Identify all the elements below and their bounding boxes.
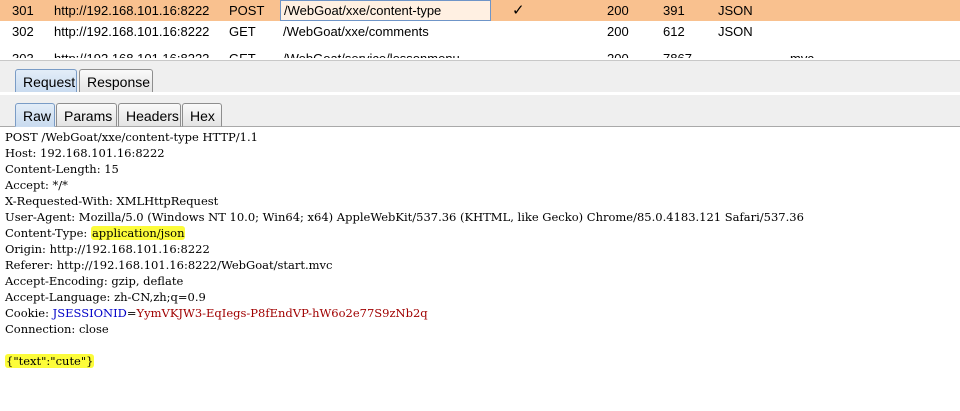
header-accept-language: Accept-Language: zh-CN,zh;q=0.9 bbox=[5, 290, 206, 304]
row-number: 303 bbox=[12, 48, 34, 58]
row-mime: JSON bbox=[718, 3, 753, 18]
header-user-agent: User-Agent: Mozilla/5.0 (Windows NT 10.0… bbox=[5, 210, 804, 224]
row-length: 7867 bbox=[663, 48, 692, 58]
header-origin: Origin: http://192.168.101.16:8222 bbox=[5, 242, 210, 256]
header-host: Host: 192.168.101.16:8222 bbox=[5, 146, 165, 160]
header-accept-encoding: Accept-Encoding: gzip, deflate bbox=[5, 274, 184, 288]
tab-request[interactable]: Request bbox=[15, 69, 77, 93]
message-view-tabs: Raw Params Headers Hex bbox=[0, 95, 960, 127]
row-method: POST bbox=[229, 3, 265, 18]
tab-hex[interactable]: Hex bbox=[182, 103, 222, 127]
row-host: http://192.168.101.16:8222 bbox=[54, 48, 209, 58]
header-cookie: Cookie: JSESSIONID=YymVKJW3-EqIegs-P8fEn… bbox=[5, 305, 428, 321]
row-status: 200 bbox=[607, 48, 629, 58]
row-length: 612 bbox=[663, 24, 685, 39]
row-extension: mvc bbox=[790, 48, 814, 58]
row-url: /WebGoat/service/lessonmenu bbox=[283, 48, 483, 58]
tab-response[interactable]: Response bbox=[79, 69, 153, 93]
table-row[interactable]: 302 http://192.168.101.16:8222 GET /WebG… bbox=[0, 21, 960, 42]
header-x-requested-with: X-Requested-With: XMLHttpRequest bbox=[5, 194, 219, 208]
header-referer: Referer: http://192.168.101.16:8222/WebG… bbox=[5, 258, 333, 272]
table-row[interactable]: 301 http://192.168.101.16:8222 POST /Web… bbox=[0, 0, 960, 21]
row-status: 200 bbox=[607, 3, 629, 18]
content-type-value: application/json bbox=[90, 226, 186, 240]
row-length: 391 bbox=[663, 3, 685, 18]
cookie-name: JSESSIONID bbox=[52, 306, 127, 320]
table-row[interactable]: 303 http://192.168.101.16:8222 GET /WebG… bbox=[0, 42, 960, 58]
cookie-label: Cookie: bbox=[5, 306, 53, 320]
cookie-equals: = bbox=[126, 306, 137, 320]
header-accept: Accept: */* bbox=[5, 178, 68, 192]
tab-headers[interactable]: Headers bbox=[118, 103, 181, 127]
header-connection: Connection: close bbox=[5, 322, 109, 336]
request-body: {"text":"cute"} bbox=[5, 353, 95, 369]
row-method: GET bbox=[229, 48, 256, 58]
row-number: 302 bbox=[12, 24, 34, 39]
header-content-length: Content-Length: 15 bbox=[5, 162, 119, 176]
row-url: /WebGoat/xxe/comments bbox=[283, 24, 429, 39]
params-check-icon: ✓ bbox=[512, 2, 525, 19]
raw-request-editor[interactable]: POST /WebGoat/xxe/content-type HTTP/1.1 … bbox=[0, 127, 960, 411]
row-host: http://192.168.101.16:8222 bbox=[54, 24, 210, 39]
row-method: GET bbox=[229, 24, 256, 39]
content-type-label: Content-Type: bbox=[5, 226, 91, 240]
request-line: POST /WebGoat/xxe/content-type HTTP/1.1 bbox=[5, 130, 258, 144]
row-status: 200 bbox=[607, 24, 629, 39]
row-url: /WebGoat/xxe/content-type bbox=[280, 0, 491, 21]
tab-raw[interactable]: Raw bbox=[15, 103, 55, 127]
row-host: http://192.168.101.16:8222 bbox=[54, 3, 210, 18]
request-response-tabs: Request Response bbox=[0, 61, 960, 93]
request-body-json: {"text":"cute"} bbox=[5, 354, 95, 368]
row-mime: JSON bbox=[718, 24, 753, 39]
proxy-history-table: 301 http://192.168.101.16:8222 POST /Web… bbox=[0, 0, 960, 61]
tab-params[interactable]: Params bbox=[56, 103, 117, 127]
cookie-value: YymVKJW3-EqIegs-P8fEndVP-hW6o2e77S9zNb2q bbox=[136, 306, 428, 320]
row-number: 301 bbox=[12, 3, 34, 18]
header-content-type: Content-Type: application/json bbox=[5, 225, 186, 241]
